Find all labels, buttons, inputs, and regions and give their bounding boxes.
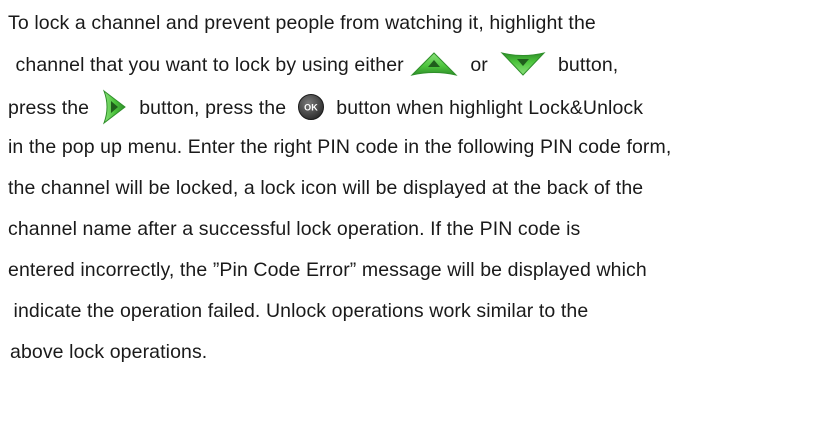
text-line-9-content: above lock operations. <box>10 341 208 363</box>
text-line-4-content: in the pop up menu. Enter the right PIN … <box>8 136 672 158</box>
text-line-3-mid: button, press the <box>133 97 292 120</box>
text-line-3-start: press the <box>8 97 95 120</box>
text-line-7-content: entered incorrectly, the ”Pin Code Error… <box>8 259 647 281</box>
text-line-7: entered incorrectly, the ”Pin Code Error… <box>8 255 647 285</box>
text-line-2-end: button, <box>552 54 619 76</box>
text-line-2-start: channel that you want to lock by using e… <box>10 54 404 76</box>
text-line-5: the channel will be locked, a lock icon … <box>8 173 643 203</box>
text-line-3: press the button, press the OK button wh… <box>8 89 644 125</box>
right-arrow-button-icon <box>100 89 128 125</box>
ok-button-icon: OK <box>297 93 325 121</box>
text-line-2-mid: or <box>464 54 494 76</box>
text-line-6: channel name after a successful lock ope… <box>8 214 580 244</box>
text-line-5-content: the channel will be locked, a lock icon … <box>8 177 644 199</box>
text-line-4: in the pop up menu. Enter the right PIN … <box>8 132 671 162</box>
text-line-6-content: channel name after a successful lock ope… <box>8 218 581 240</box>
ok-button-label: OK <box>304 103 318 113</box>
text-line-1: To lock a channel and prevent people fro… <box>8 8 596 38</box>
text-line-2: channel that you want to lock by using e… <box>10 50 618 80</box>
down-arrow-button-icon <box>499 50 547 78</box>
text-line-8: indicate the operation failed. Unlock op… <box>8 296 589 326</box>
text-line-8-content: indicate the operation failed. Unlock op… <box>8 300 589 322</box>
text-line-1-content: To lock a channel and prevent people fro… <box>8 12 596 34</box>
text-line-3-end: button when highlight Lock&Unlock <box>330 97 644 120</box>
up-arrow-button-icon <box>409 50 459 78</box>
text-line-9: above lock operations. <box>10 337 207 367</box>
